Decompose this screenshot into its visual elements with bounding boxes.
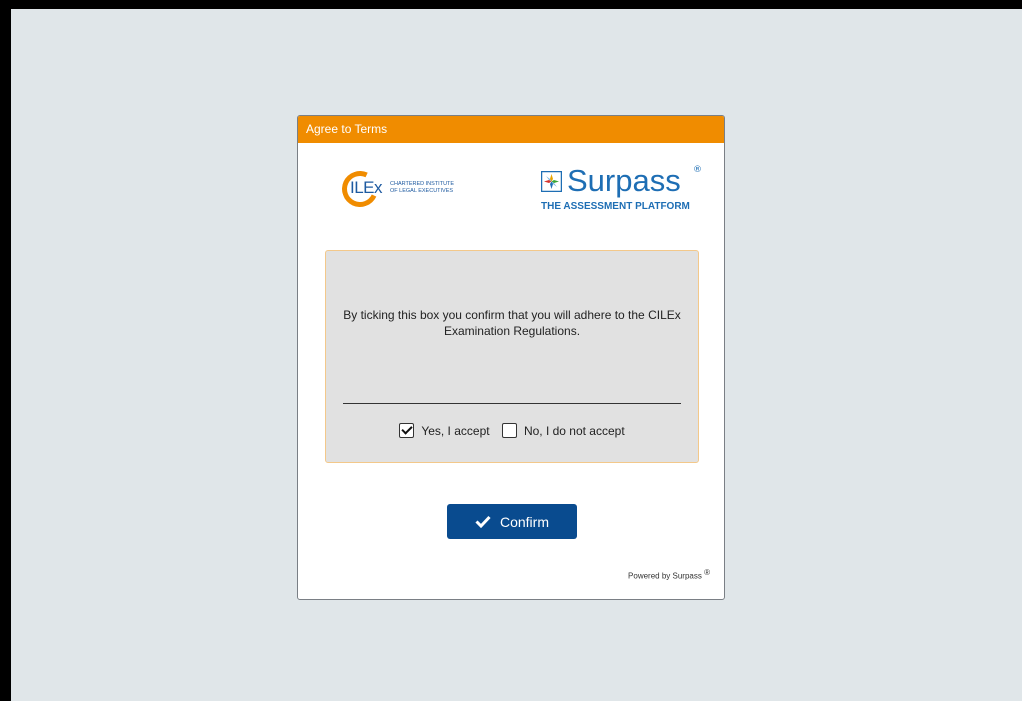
decline-option[interactable]: No, I do not accept	[501, 423, 625, 439]
decline-label[interactable]: No, I do not accept	[524, 424, 625, 438]
cilex-logo: ILEx CHARTERED INSTITUTE OF LEGAL EXECUT…	[336, 165, 472, 215]
accept-checkbox[interactable]	[399, 423, 415, 439]
confirm-button[interactable]: Confirm	[447, 504, 577, 539]
powered-by-text: Powered by Surpass	[628, 571, 702, 581]
terms-options: Yes, I accept No, I do not accept	[326, 423, 698, 439]
surpass-tagline: THE ASSESSMENT PLATFORM	[541, 201, 690, 212]
cilex-subtitle: CHARTERED INSTITUTE OF LEGAL EXECUTIVES	[390, 181, 455, 194]
terms-text: By ticking this box you confirm that you…	[343, 308, 681, 338]
surpass-registered: ®	[693, 165, 702, 175]
surpass-logo: Surpass ® THE ASSESSMENT PLATFORM	[541, 161, 702, 221]
powered-by: Powered by Surpass ®	[628, 568, 710, 581]
accept-label[interactable]: Yes, I accept	[421, 424, 489, 438]
cilex-mark: ILEx	[350, 178, 383, 197]
terms-panel: By ticking this box you confirm that you…	[325, 250, 699, 463]
surpass-logo-icon	[541, 171, 562, 192]
logo-bar: ILEx CHARTERED INSTITUTE OF LEGAL EXECUT…	[298, 143, 724, 243]
page-background: Agree to Terms ILEx CHARTERED INSTITUTE …	[11, 9, 1022, 701]
confirm-label: Confirm	[499, 513, 549, 530]
agree-to-terms-dialog: Agree to Terms ILEx CHARTERED INSTITUTE …	[297, 115, 725, 600]
accept-option[interactable]: Yes, I accept	[399, 423, 490, 439]
terms-divider	[343, 403, 681, 404]
checkmark-icon	[475, 515, 491, 528]
surpass-wordmark: Surpass	[567, 163, 681, 198]
decline-checkbox[interactable]	[501, 423, 517, 439]
dialog-title: Agree to Terms	[298, 116, 724, 143]
powered-by-registered: ®	[704, 568, 710, 577]
